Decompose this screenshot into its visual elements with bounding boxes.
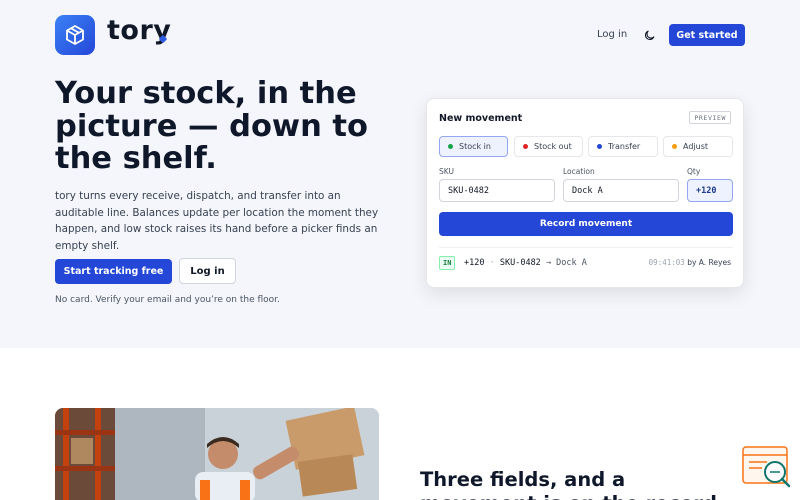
warehouse-worker-photo (55, 408, 379, 500)
qty-field[interactable]: +120 (687, 179, 733, 202)
log-time: 09:41:03 (648, 258, 685, 267)
start-tracking-button[interactable]: Start tracking free (55, 259, 172, 284)
section-heading: Three fields, and a movement is on the r… (420, 468, 717, 500)
log-sku: SKU-0482 (499, 258, 541, 268)
log-location: → Dock A (545, 258, 587, 268)
location-label: Location (563, 167, 595, 176)
location-field[interactable]: Dock A (563, 179, 679, 202)
type-stock-out[interactable]: Stock out (514, 136, 583, 157)
preview-badge: PREVIEW (689, 111, 731, 124)
card-title: New movement (439, 113, 523, 124)
support-search-icon[interactable] (742, 446, 792, 490)
type-label: Transfer (608, 142, 641, 151)
sku-label: SKU (439, 167, 454, 176)
log-entry-text: +120 · SKU-0482 → Dock A (464, 258, 587, 268)
qty-label: Qty (687, 167, 701, 176)
hero-subcopy: tory turns every receive, dispatch, and … (55, 190, 379, 252)
movement-type-tag: IN (439, 256, 456, 270)
hero-login-button[interactable]: Log in (179, 258, 236, 284)
type-transfer[interactable]: Transfer (588, 136, 658, 157)
red-dot-icon (523, 144, 528, 149)
get-started-button[interactable]: Get started (669, 24, 745, 46)
cube-icon[interactable] (55, 15, 95, 55)
sku-field[interactable]: SKU-0482 (439, 179, 555, 202)
hero-fineprint: No card. Verify your email and you’re on… (55, 295, 280, 305)
log-timestamp: 09:41:03 by A. Reyes (649, 258, 731, 267)
amber-dot-icon (672, 144, 677, 149)
log-separator: · (489, 258, 495, 268)
movement-preview-card: New movement PREVIEW Stock in Stock out … (426, 98, 744, 288)
log-qty: +120 (464, 258, 485, 268)
nav-login-link[interactable]: Log in (597, 29, 627, 40)
log-author: by A. Reyes (687, 258, 731, 267)
type-stock-in[interactable]: Stock in (439, 136, 508, 157)
card-divider (439, 247, 733, 248)
hero-headline: Your stock, in the picture — down to the… (55, 76, 368, 176)
type-label: Stock out (534, 142, 572, 151)
type-label: Stock in (459, 142, 491, 151)
blue-dot-icon (597, 144, 602, 149)
moon-icon[interactable] (638, 24, 660, 46)
type-adjust[interactable]: Adjust (663, 136, 733, 157)
green-dot-icon (448, 144, 453, 149)
record-movement-button[interactable]: Record movement (439, 212, 733, 236)
type-label: Adjust (683, 142, 709, 151)
